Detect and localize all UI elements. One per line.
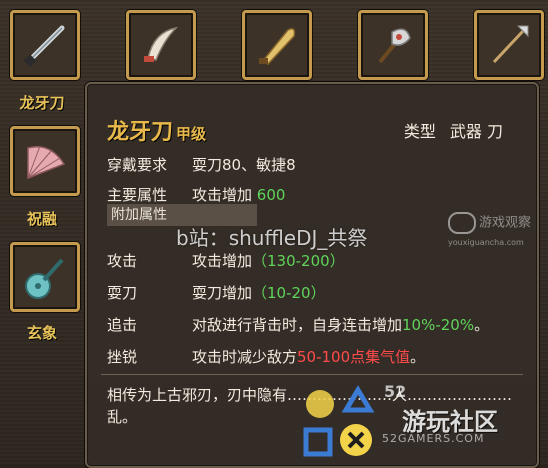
- stat-row: 挫锐 攻击时减少敌方50-100点集气值。: [107, 346, 425, 368]
- weapon-slot-trident-spear[interactable]: [474, 10, 544, 80]
- stat-value: 50-100点集气值: [297, 348, 411, 366]
- dragon-fang-blade-icon: [23, 25, 65, 68]
- weapon-slot-dragon-fang[interactable]: [10, 10, 80, 80]
- badge-sub: 52GAMERS.COM: [382, 432, 485, 445]
- weapon-slot-lute[interactable]: [10, 242, 80, 312]
- main-attr-value: 600: [256, 186, 286, 204]
- item-name: 龙牙刀 甲级: [107, 114, 206, 146]
- badge-number: 52: [384, 382, 407, 401]
- controller-buttons-icon: [303, 385, 375, 457]
- requirement-label: 穿戴要求: [107, 156, 168, 174]
- stat-label: 耍刀: [107, 284, 138, 302]
- community-badge: 52 游玩社区 52GAMERS.COM: [300, 380, 548, 464]
- item-name-text: 龙牙刀: [107, 120, 174, 145]
- stat-label: 追击: [107, 316, 138, 334]
- stat-suffix: 。: [410, 348, 426, 366]
- main-attr-text: 攻击增加: [192, 186, 253, 204]
- curved-saber-icon: [144, 26, 179, 62]
- requirement-row: 穿戴要求 耍刀80、敏捷8: [107, 154, 296, 176]
- stat-value: 10%-20%: [402, 316, 475, 334]
- item-type-label: 类型: [403, 122, 436, 141]
- item-type: 类型 武器 刀: [390, 118, 503, 142]
- stat-suffix: 。: [474, 316, 490, 334]
- site-watermark-logo: 游戏观察 youxiguancha.com: [448, 212, 546, 248]
- slot-label-dragon-fang: 龙牙刀: [19, 94, 65, 112]
- golden-broadsword-icon: [259, 28, 296, 65]
- stat-row: 追击 对敌进行背击时，自身连击增加10%-20%。: [107, 314, 489, 336]
- stat-row: 攻击 攻击增加（130-200）: [107, 250, 345, 272]
- slot-label-lute: 玄象: [26, 324, 57, 342]
- fan-weapon-icon: [27, 145, 66, 180]
- site-logo-icon: [448, 212, 476, 234]
- item-type-value: 武器 刀: [449, 122, 503, 141]
- stat-value: （10-20）: [252, 284, 326, 302]
- stat-row: 耍刀 耍刀增加（10-20）: [107, 282, 326, 304]
- requirement-value: 耍刀80、敏捷8: [192, 156, 296, 174]
- weapon-slot-golden-broadsword[interactable]: [242, 10, 312, 80]
- watermark-text: b站：shuffleDJ_共祭: [176, 226, 368, 250]
- battle-axe-icon: [378, 28, 411, 64]
- weapon-slot-battle-axe[interactable]: [358, 10, 428, 80]
- site-logo-url: youxiguancha.com: [448, 238, 524, 247]
- site-logo-name: 游戏观察: [479, 215, 532, 231]
- main-attr-row: 主要属性 攻击增加 600: [107, 184, 285, 206]
- main-attr-label: 主要属性: [107, 186, 168, 204]
- stat-value: （130-200）: [252, 252, 345, 270]
- stat-text: 攻击时减少敌方: [192, 348, 298, 366]
- slot-label-fan: 祝融: [26, 210, 57, 228]
- stat-label: 挫锐: [107, 348, 138, 366]
- item-grade: 甲级: [176, 125, 207, 143]
- stat-text: 耍刀增加: [192, 284, 253, 302]
- stat-text: 对敌进行背击时，自身连击增加: [192, 316, 403, 334]
- tooltip-divider: [101, 374, 523, 375]
- trident-spear-icon: [492, 25, 529, 64]
- stat-text: 攻击增加: [192, 252, 253, 270]
- weapon-slot-curved-saber[interactable]: [126, 10, 196, 80]
- lute-weapon-icon: [25, 258, 64, 299]
- weapon-slot-fan[interactable]: [10, 126, 80, 196]
- stat-label: 攻击: [107, 252, 138, 270]
